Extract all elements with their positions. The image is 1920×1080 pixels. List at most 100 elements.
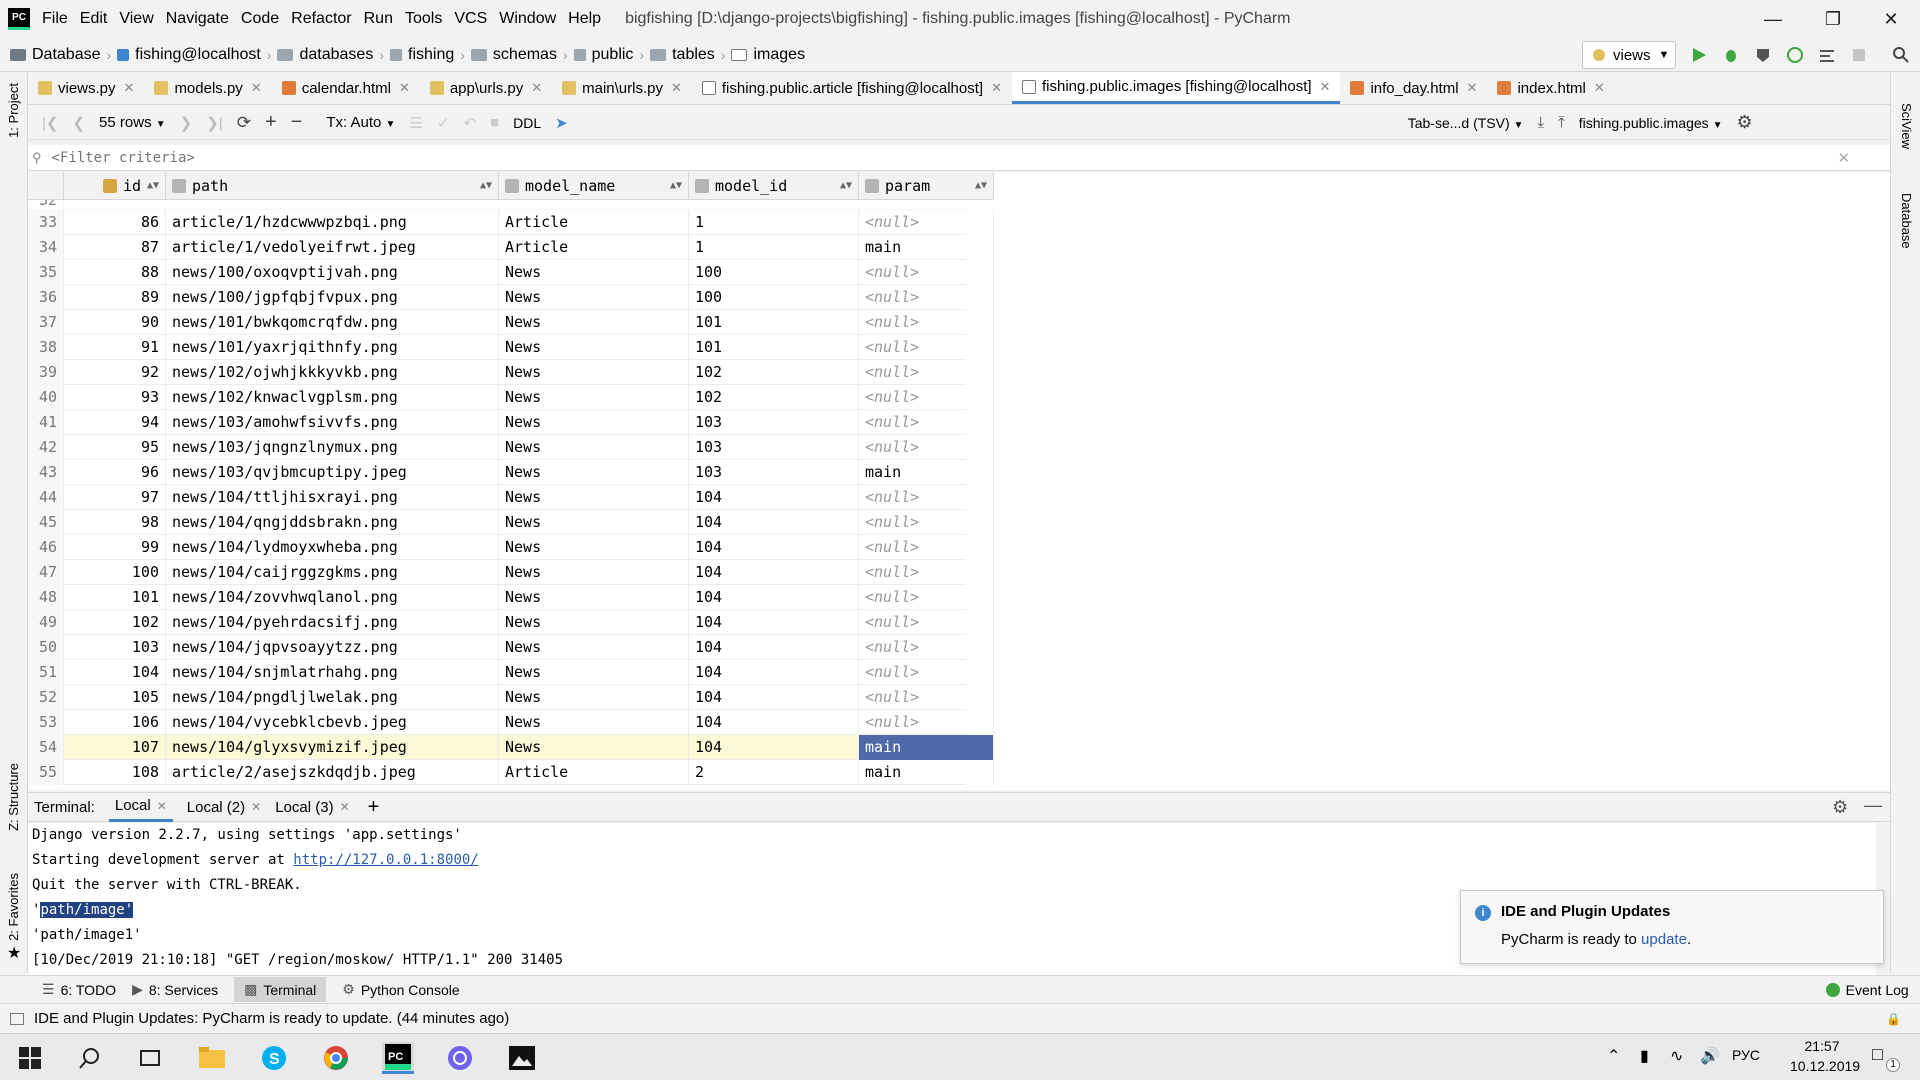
menu-code[interactable]: Code: [241, 10, 279, 28]
cell-model-name[interactable]: News: [499, 710, 689, 735]
cell-id[interactable]: 91: [64, 335, 166, 360]
breadcrumb-databases[interactable]: databases ›: [277, 46, 384, 64]
battery-icon[interactable]: ▮: [1640, 1046, 1649, 1066]
close-tab-icon[interactable]: ✕: [251, 80, 262, 96]
close-tab-icon[interactable]: ✕: [1467, 80, 1478, 96]
cell-param[interactable]: main: [859, 735, 994, 760]
menu-view[interactable]: View: [119, 10, 153, 28]
close-tab-icon[interactable]: ✕: [251, 800, 261, 814]
cell-path[interactable]: news/101/yaxrjqithnfy.png: [166, 335, 499, 360]
search-icon[interactable]: [1892, 46, 1910, 64]
minimize-button[interactable]: —: [1750, 0, 1796, 38]
cell-model-name[interactable]: News: [499, 610, 689, 635]
cell-path[interactable]: news/104/zovvhwqlanol.png: [166, 585, 499, 610]
export-format-select[interactable]: Tab-se...d (TSV) ▼: [1408, 115, 1524, 131]
cell-model-name[interactable]: News: [499, 360, 689, 385]
table-context-select[interactable]: fishing.public.images ▼: [1579, 115, 1723, 131]
database-tool-button[interactable]: Database: [1899, 193, 1914, 249]
wifi-icon[interactable]: ∿: [1670, 1046, 1683, 1066]
menu-help[interactable]: Help: [568, 10, 601, 28]
cell-model-id[interactable]: 103: [689, 410, 859, 435]
pycharm-taskbar-icon[interactable]: PC: [382, 1042, 414, 1074]
volume-icon[interactable]: 🔊: [1700, 1046, 1720, 1066]
task-view-icon[interactable]: [134, 1042, 166, 1074]
cell-model-name[interactable]: News: [499, 310, 689, 335]
cell-model-id[interactable]: 102: [689, 360, 859, 385]
cell-model-id[interactable]: 100: [689, 260, 859, 285]
search-icon[interactable]: [74, 1042, 106, 1074]
cell-param[interactable]: <null>: [859, 410, 994, 435]
cell-id[interactable]: 103: [64, 635, 166, 660]
cell-path[interactable]: news/104/vycebklcbevb.jpeg: [166, 710, 499, 735]
file-explorer-icon[interactable]: [196, 1042, 228, 1074]
update-link[interactable]: update: [1641, 931, 1687, 948]
status-window-icon[interactable]: [10, 1012, 24, 1025]
cell-path[interactable]: news/103/qvjbmcuptipy.jpeg: [166, 460, 499, 485]
close-tab-icon[interactable]: ✕: [531, 80, 542, 96]
menu-run[interactable]: Run: [364, 10, 393, 28]
cell-path[interactable]: news/104/snjmlatrhahg.png: [166, 660, 499, 685]
tab-article-table[interactable]: fishing.public.article [fishing@localhos…: [692, 72, 1012, 104]
cell-model-id[interactable]: 104: [689, 735, 859, 760]
cell-param[interactable]: main: [859, 235, 994, 260]
cell-model-id[interactable]: 103: [689, 435, 859, 460]
add-row-icon[interactable]: +: [265, 111, 277, 134]
submit-changes-icon[interactable]: ☰: [409, 114, 422, 132]
menu-edit[interactable]: Edit: [80, 10, 108, 28]
cell-model-name[interactable]: News: [499, 735, 689, 760]
table-row[interactable]: 41 94 news/103/amohwfsivvfs.png News 103 <nul…: [28, 410, 994, 435]
table-row[interactable]: 43 96 news/103/qvjbmcuptipy.jpeg News 103 mai…: [28, 460, 994, 485]
cell-path[interactable]: news/104/jqpvsoayytzz.png: [166, 635, 499, 660]
cell-model-id[interactable]: 104: [689, 585, 859, 610]
cell-model-id[interactable]: 1: [689, 235, 859, 260]
project-tool-button[interactable]: 1: Project: [6, 83, 21, 138]
cell-model-id[interactable]: 104: [689, 610, 859, 635]
chrome-icon[interactable]: [320, 1042, 352, 1074]
tab-info-day-html[interactable]: info_day.html ✕: [1340, 72, 1487, 104]
cell-model-id[interactable]: 104: [689, 685, 859, 710]
cell-path[interactable]: news/104/caijrggzgkms.png: [166, 560, 499, 585]
chevron-up-icon[interactable]: ⌃: [1607, 1046, 1620, 1066]
cell-id[interactable]: 90: [64, 310, 166, 335]
column-header-id[interactable]: id ▲▼: [64, 172, 166, 200]
tab-app-urls-py[interactable]: app\urls.py ✕: [420, 72, 552, 104]
cell-id[interactable]: 107: [64, 735, 166, 760]
cell-path[interactable]: news/104/ttljhisxrayi.png: [166, 485, 499, 510]
next-page-icon[interactable]: ❯: [180, 114, 193, 132]
terminal-tool-button[interactable]: ▩ Terminal: [234, 977, 327, 1002]
column-header-param[interactable]: param ▲▼: [859, 172, 994, 200]
cell-model-name[interactable]: Article: [499, 210, 689, 235]
structure-tool-button[interactable]: Z: Structure: [6, 763, 21, 831]
prev-page-icon[interactable]: ❮: [72, 114, 85, 132]
cell-id[interactable]: 88: [64, 260, 166, 285]
cell-model-name[interactable]: News: [499, 260, 689, 285]
table-row[interactable]: 50 103 news/104/jqpvsoayytzz.png News 104 <nu…: [28, 635, 994, 660]
export-icon[interactable]: ⤓: [1537, 114, 1544, 131]
cell-param[interactable]: <null>: [859, 535, 994, 560]
settings-gear-icon[interactable]: ⚙: [1736, 112, 1752, 133]
cell-id[interactable]: 95: [64, 435, 166, 460]
cell-param[interactable]: <null>: [859, 585, 994, 610]
close-tab-icon[interactable]: ✕: [991, 80, 1002, 96]
cell-model-id[interactable]: 103: [689, 460, 859, 485]
cell-id[interactable]: 108: [64, 760, 166, 785]
breadcrumb-tables[interactable]: tables ›: [650, 46, 725, 64]
cell-model-name[interactable]: News: [499, 585, 689, 610]
restore-button[interactable]: ❐: [1810, 0, 1856, 38]
cell-model-name[interactable]: News: [499, 335, 689, 360]
server-url-link[interactable]: http://127.0.0.1:8000/: [293, 852, 478, 868]
sort-icon[interactable]: ▲▼: [975, 180, 987, 191]
clear-filter-icon[interactable]: ✕: [1838, 149, 1851, 167]
cell-path[interactable]: news/104/pyehrdacsifj.png: [166, 610, 499, 635]
cell-id[interactable]: 106: [64, 710, 166, 735]
cell-path[interactable]: news/102/ojwhjkkkyvkb.png: [166, 360, 499, 385]
cell-model-id[interactable]: 101: [689, 335, 859, 360]
view-query-icon[interactable]: ➤: [555, 114, 568, 132]
cell-id[interactable]: 86: [64, 210, 166, 235]
table-row[interactable]: 48 101 news/104/zovvhwqlanol.png News 104 <nu…: [28, 585, 994, 610]
cell-model-name[interactable]: News: [499, 285, 689, 310]
table-row[interactable]: 51 104 news/104/snjmlatrhahg.png News 104 <nu…: [28, 660, 994, 685]
table-row[interactable]: 38 91 news/101/yaxrjqithnfy.png News 101 <nul…: [28, 335, 994, 360]
cell-id[interactable]: 87: [64, 235, 166, 260]
cell-param[interactable]: <null>: [859, 435, 994, 460]
